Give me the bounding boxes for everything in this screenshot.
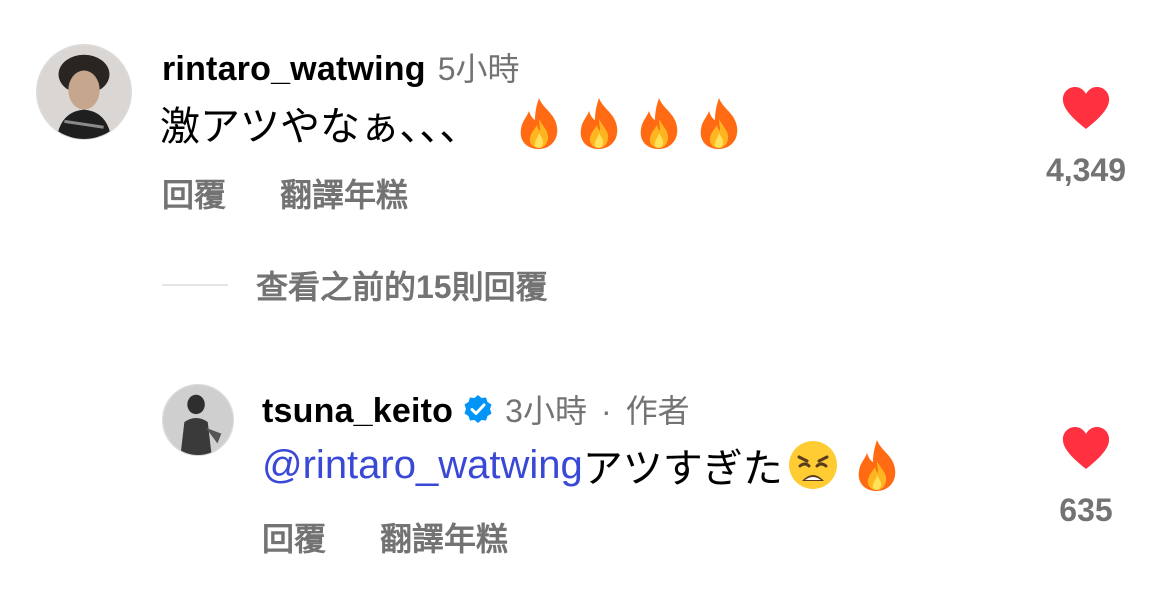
view-replies-label: 查看之前的15則回覆 [256,269,548,305]
divider-line [162,284,228,286]
like-area: 635 [1046,426,1126,529]
timestamp: 5小時 [437,51,520,87]
heart-icon[interactable] [1061,86,1111,130]
username[interactable]: tsuna_keito [262,392,453,431]
separator-dot: · [600,393,612,429]
fire-icon [513,95,565,151]
fire-icon [633,95,685,151]
like-area: 4,349 [1046,86,1126,189]
weary-face-icon [787,439,839,491]
avatar-photo-icon [37,45,131,139]
like-count: 635 [1059,492,1113,528]
author-label: 作者 [625,393,690,429]
translate-button[interactable]: 翻譯年糕 [380,514,508,560]
reply-button[interactable]: 回覆 [262,514,326,560]
heart-icon[interactable] [1061,426,1111,470]
avatar[interactable] [36,44,132,140]
verified-badge-icon [464,395,492,423]
fire-icon [693,95,745,151]
view-previous-replies-button[interactable]: 查看之前的15則回覆 [162,262,548,308]
comment-text: アツすぎた [582,447,783,491]
reply-button[interactable]: 回覆 [162,170,226,216]
comment-text: 激アツやなぁ、、、 [160,105,480,149]
fire-icon [573,95,625,151]
fire-icon [851,437,903,493]
like-count: 4,349 [1045,152,1127,188]
mention-link[interactable]: @rintaro_watwing [262,443,583,488]
username[interactable]: rintaro_watwing [162,50,426,89]
avatar-photo-icon [163,385,233,455]
avatar[interactable] [162,384,234,456]
translate-button[interactable]: 翻譯年糕 [280,170,408,216]
timestamp: 3小時 [505,393,587,429]
